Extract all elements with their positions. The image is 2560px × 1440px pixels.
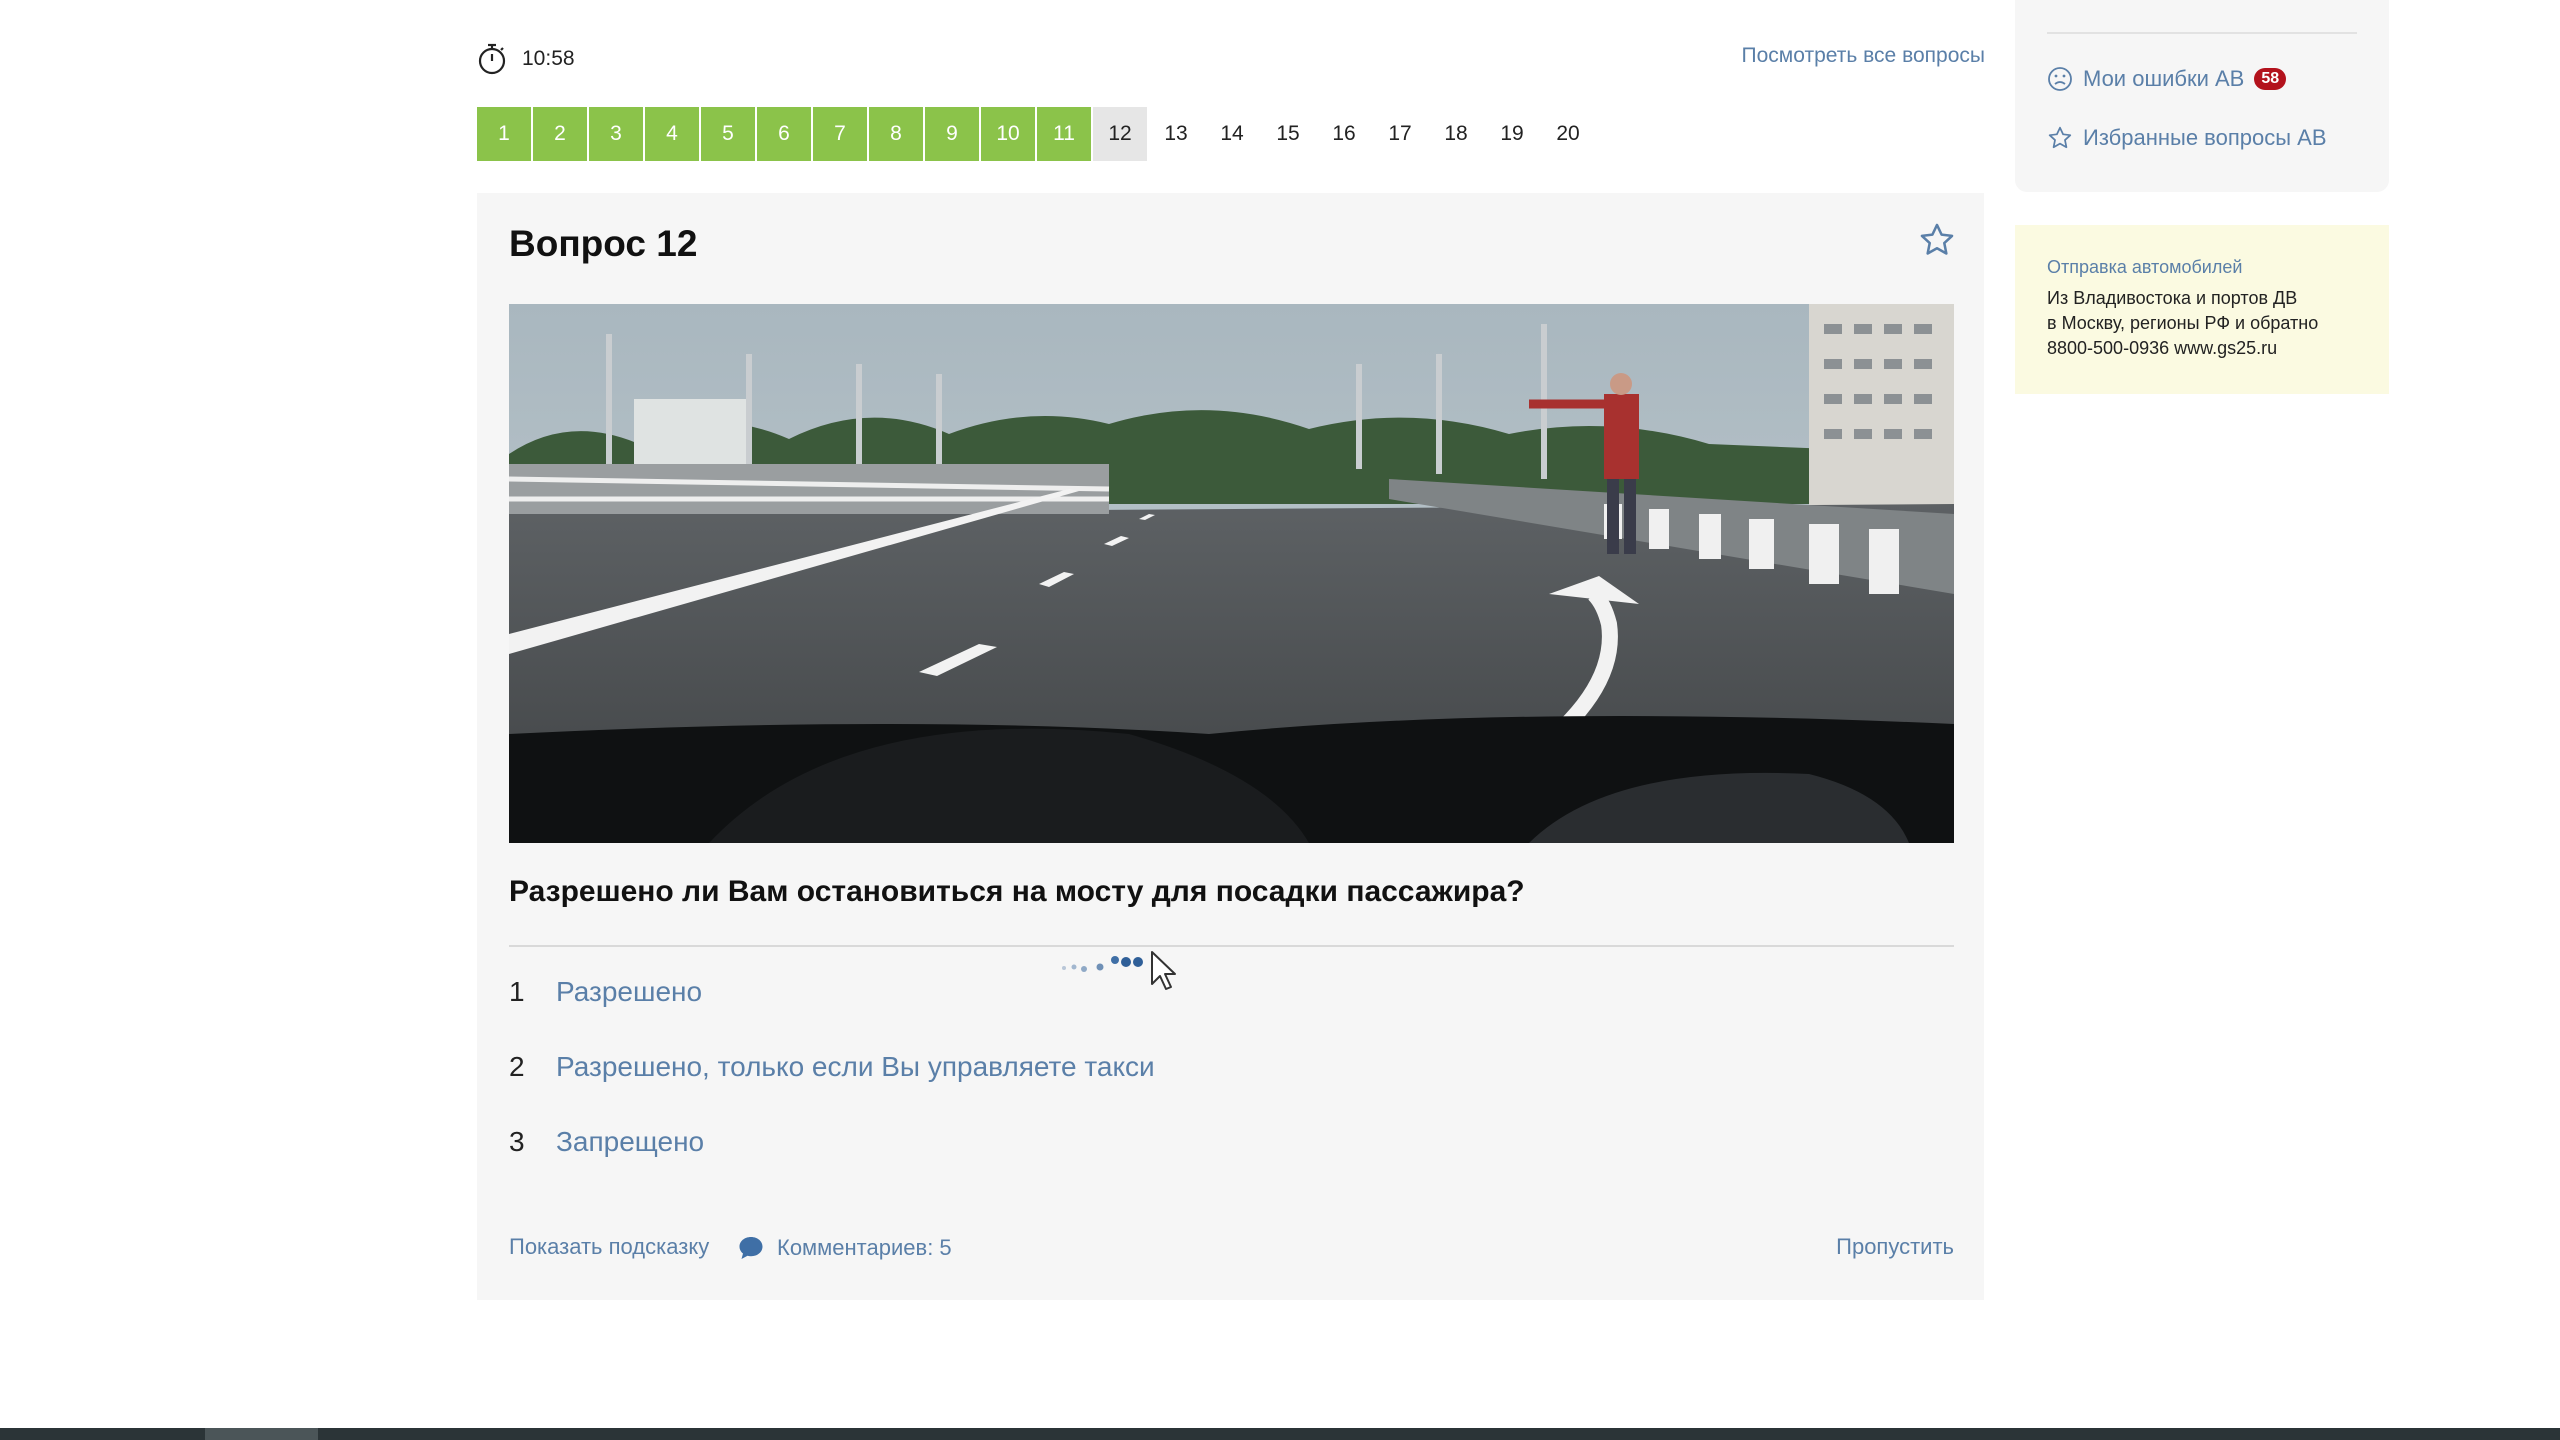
my-errors-link[interactable]: Мои ошибки АВ 58 — [2047, 66, 2287, 92]
card-actions: Показать подсказку Комментариев: 5 Пропу… — [509, 1234, 1954, 1264]
star-icon[interactable] — [1918, 221, 1956, 259]
see-all-questions-link[interactable]: Посмотреть все вопросы — [1742, 44, 1985, 68]
question-nav-item[interactable]: 1 — [477, 107, 531, 161]
question-nav-item[interactable]: 7 — [813, 107, 867, 161]
answer-option-2[interactable]: 2 Разрешено, только если Вы управляете т… — [509, 1051, 1155, 1083]
footer-bar — [0, 1428, 2560, 1440]
ad-title[interactable]: Отправка автомобилей — [2047, 257, 2242, 278]
loading-spinner-icon — [1062, 956, 1143, 972]
question-nav-item[interactable]: 3 — [589, 107, 643, 161]
question-image — [509, 304, 1954, 843]
answer-option-3[interactable]: 3 Запрещено — [509, 1126, 704, 1158]
question-nav-item[interactable]: 5 — [701, 107, 755, 161]
answer-option-1[interactable]: 1 Разрешено — [509, 976, 702, 1008]
question-nav-item[interactable]: 9 — [925, 107, 979, 161]
mouse-cursor-icon — [1151, 951, 1176, 990]
question-nav-item[interactable]: 18 — [1429, 107, 1483, 161]
question-nav-item[interactable]: 11 — [1037, 107, 1091, 161]
question-nav-item[interactable]: 6 — [757, 107, 811, 161]
question-text: Разрешено ли Вам остановиться на мосту д… — [509, 875, 1525, 908]
question-nav-item[interactable]: 14 — [1205, 107, 1259, 161]
ad-line-1: Из Владивостока и портов ДВ — [2047, 288, 2298, 308]
comments-link[interactable]: Комментариев: 5 — [737, 1234, 952, 1262]
errors-count-badge: 58 — [2254, 68, 2287, 90]
page-title-cut — [478, 0, 1078, 2]
timer: 10:58 — [476, 42, 575, 76]
comments-count: Комментариев: 5 — [777, 1235, 952, 1260]
question-nav-item[interactable]: 2 — [533, 107, 587, 161]
answer-number: 2 — [509, 1051, 525, 1082]
question-nav-item[interactable]: 20 — [1541, 107, 1595, 161]
question-nav-item[interactable]: 10 — [981, 107, 1035, 161]
question-nav-item[interactable]: 8 — [869, 107, 923, 161]
ad-line-3: 8800-500-0936 www.gs25.ru — [2047, 338, 2278, 358]
question-nav-item[interactable]: 16 — [1317, 107, 1371, 161]
sidebar-links: Мои ошибки АВ 58 Избранные вопросы АВ — [2015, 0, 2389, 192]
answer-number: 3 — [509, 1126, 525, 1157]
divider — [509, 945, 1954, 947]
question-card: Вопрос 12 Разрешено ли Вам остановиться … — [477, 193, 1984, 1300]
favorite-questions-label: Избранные вопросы АВ — [2083, 125, 2327, 150]
ad-line-2: в Москву, регионы РФ и обратно — [2047, 313, 2319, 333]
question-nav-item[interactable]: 4 — [645, 107, 699, 161]
question-navigation: 1 2 3 4 5 6 7 8 9 10 11 12 13 14 15 16 17 18 19 20 — [477, 107, 1597, 161]
timer-value: 10:58 — [522, 47, 575, 70]
question-nav-item[interactable]: 12 — [1093, 107, 1147, 161]
question-nav-item[interactable]: 15 — [1261, 107, 1315, 161]
question-nav-item[interactable]: 13 — [1149, 107, 1203, 161]
favorite-questions-link[interactable]: Избранные вопросы АВ — [2047, 125, 2327, 151]
question-title: Вопрос 12 — [509, 223, 698, 264]
skip-button[interactable]: Пропустить — [1836, 1234, 1954, 1260]
question-nav-item[interactable]: 19 — [1485, 107, 1539, 161]
stopwatch-icon — [478, 43, 506, 75]
answer-text[interactable]: Разрешено — [556, 976, 702, 1008]
my-errors-label: Мои ошибки АВ — [2083, 66, 2245, 91]
sad-face-icon — [2048, 67, 2072, 91]
question-nav-item[interactable]: 17 — [1373, 107, 1427, 161]
footer-tab[interactable] — [205, 1428, 318, 1440]
star-outline-icon — [2048, 126, 2072, 149]
answer-text[interactable]: Разрешено, только если Вы управляете так… — [556, 1051, 1155, 1083]
answer-text[interactable]: Запрещено — [556, 1126, 704, 1158]
show-hint-link[interactable]: Показать подсказку — [509, 1234, 709, 1260]
answer-number: 1 — [509, 976, 525, 1007]
comment-bubble-icon — [739, 1237, 763, 1259]
advertisement[interactable]: Отправка автомобилей Из Владивостока и п… — [2015, 225, 2389, 394]
sidebar-divider — [2047, 32, 2357, 34]
